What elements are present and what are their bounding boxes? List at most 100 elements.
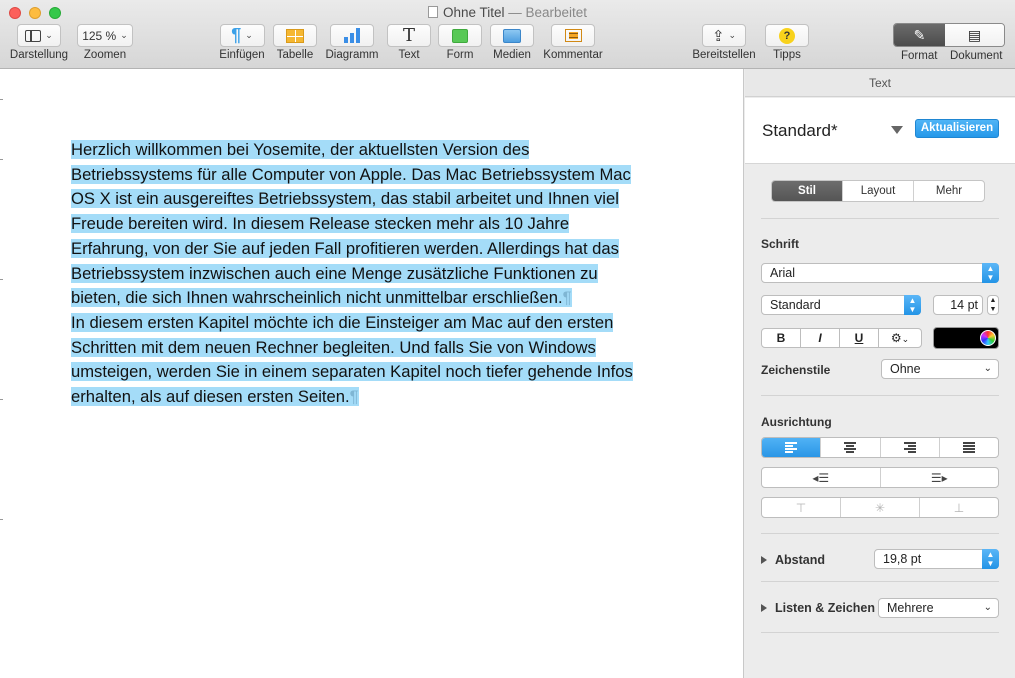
help-icon: ? <box>779 27 795 44</box>
comment-button[interactable] <box>551 24 595 47</box>
margin-marker <box>0 519 3 520</box>
lists-value: Mehrere <box>887 601 934 615</box>
chevron-down-icon: ⌄ <box>901 334 910 344</box>
align-bottom-button[interactable]: ⊥ <box>919 498 998 517</box>
document-status: Bearbeitet <box>525 5 588 20</box>
divider <box>761 632 999 633</box>
selected-text: Herzlich willkommen bei Yosemite, der ak… <box>71 140 631 308</box>
pilcrow-mark: ¶ <box>562 288 572 308</box>
tab-layout[interactable]: Layout <box>842 181 913 201</box>
updown-arrows-icon: ▲ ▼ <box>982 263 999 283</box>
text-options-button[interactable]: ⚙⌄ <box>878 328 922 348</box>
inspector-tabs: Stil Layout Mehr <box>771 180 985 202</box>
lists-disclosure[interactable]: Listen & Zeichen <box>761 601 875 615</box>
lists-popup[interactable]: Mehrere ⌄ <box>878 598 999 618</box>
align-center-button[interactable] <box>820 438 879 457</box>
chevron-down-icon: ⌄ <box>983 602 992 613</box>
pages-window: Ohne Titel — Bearbeitet ⌄ Darstellung 12… <box>0 0 1015 678</box>
chevron-down-icon: ⌄ <box>728 30 737 40</box>
update-style-button[interactable]: Aktualisieren <box>915 119 999 138</box>
share-tool: ⇪ ⌄ Bereitstellen <box>689 24 759 61</box>
margin-marker <box>0 279 3 280</box>
media-button[interactable] <box>490 24 534 47</box>
table-button[interactable] <box>273 24 317 47</box>
zoom-value: 125 % <box>82 28 117 43</box>
text-color-well[interactable] <box>933 327 999 349</box>
divider <box>761 395 999 396</box>
media-icon <box>503 28 521 43</box>
sidebar-view-icon <box>25 29 42 42</box>
shape-button[interactable] <box>438 24 482 47</box>
share-button[interactable]: ⇪ ⌄ <box>702 24 746 47</box>
format-inspector: Text Standard* Aktualisieren Stil Layout… <box>745 69 1015 678</box>
insert-button[interactable]: ¶ ⌄ <box>219 24 265 47</box>
align-left-button[interactable] <box>762 438 821 457</box>
media-label: Medien <box>493 49 531 61</box>
align-top-icon: ⊤ <box>795 500 807 515</box>
inspector-header: Text <box>745 69 1015 97</box>
char-styles-value: Ohne <box>890 362 921 376</box>
text-tool: T Text <box>387 24 431 61</box>
paragraph-style-row: Standard* Aktualisieren <box>745 98 1015 164</box>
document-button[interactable]: ▤ <box>945 24 1004 46</box>
zoom-button[interactable]: 125 % ⌄ <box>77 24 133 47</box>
inspector-toggle: ✎ ▤ <box>893 23 1005 47</box>
format-label: Format <box>901 50 938 62</box>
document-label: Dokument <box>950 50 1003 62</box>
tab-style[interactable]: Stil <box>772 181 842 201</box>
paragraph[interactable]: In diesem ersten Kapitel möchte ich die … <box>71 311 651 410</box>
font-size-field[interactable]: 14 pt <box>933 295 983 315</box>
font-family-popup[interactable]: Arial ▲ ▼ <box>761 263 999 283</box>
document-title: Ohne Titel <box>442 5 505 20</box>
document-canvas[interactable]: Herzlich willkommen bei Yosemite, der ak… <box>0 69 744 678</box>
chevron-down-icon: ⌄ <box>983 363 992 374</box>
lists-label: Listen & Zeichen <box>775 601 876 615</box>
tab-more[interactable]: Mehr <box>913 181 984 201</box>
chart-icon <box>344 28 360 43</box>
color-wheel-icon[interactable] <box>980 330 996 346</box>
spacing-disclosure[interactable]: Abstand <box>761 553 825 567</box>
media-tool: Medien <box>490 24 534 61</box>
char-styles-popup[interactable]: Ohne ⌄ <box>881 359 999 379</box>
align-right-icon <box>903 442 916 453</box>
tips-button[interactable]: ? <box>765 24 809 47</box>
disclosure-triangle-icon <box>761 604 767 612</box>
chart-label: Diagramm <box>325 49 379 61</box>
align-top-button[interactable]: ⊤ <box>762 498 840 517</box>
text-button[interactable]: T <box>387 24 431 47</box>
zoom-tool: 125 % ⌄ Zoomen <box>76 24 134 61</box>
decrease-indent-button[interactable]: ◂☰ <box>762 468 880 487</box>
document-icon <box>427 6 438 18</box>
align-right-button[interactable] <box>879 438 939 457</box>
paragraph[interactable]: Herzlich willkommen bei Yosemite, der ak… <box>71 138 651 311</box>
text-label: Text <box>398 49 420 61</box>
zoom-label: Zoomen <box>83 49 127 61</box>
shape-label: Form <box>446 49 474 61</box>
align-justify-button[interactable] <box>938 438 998 457</box>
selected-text: In diesem ersten Kapitel möchte ich die … <box>71 312 633 407</box>
underline-button[interactable]: U <box>839 328 879 348</box>
margin-marker <box>0 99 3 100</box>
align-middle-button[interactable]: ✳ <box>840 498 919 517</box>
increase-indent-button[interactable]: ☰▸ <box>879 468 999 487</box>
view-button[interactable]: ⌄ <box>17 24 61 47</box>
bold-button[interactable]: B <box>761 328 801 348</box>
italic-button[interactable]: I <box>800 328 840 348</box>
align-center-icon <box>844 442 857 453</box>
chart-button[interactable] <box>330 24 374 47</box>
format-button[interactable]: ✎ <box>894 24 945 46</box>
window-title: Ohne Titel — Bearbeitet <box>0 5 1015 20</box>
pilcrow-icon: ¶ <box>231 25 242 45</box>
chevron-down-icon: ⌄ <box>45 30 53 40</box>
comment-tool: Kommentar <box>540 24 606 61</box>
align-middle-icon: ✳ <box>874 500 886 515</box>
chevron-down-icon: ⌄ <box>245 30 253 40</box>
font-size-stepper[interactable]: ▲ ▼ <box>987 295 999 315</box>
style-dropdown-arrow-icon[interactable] <box>891 126 903 134</box>
font-typeface-popup[interactable]: Standard ▲ ▼ <box>761 295 921 315</box>
paragraph-style-name[interactable]: Standard* <box>762 121 838 141</box>
body-text[interactable]: Herzlich willkommen bei Yosemite, der ak… <box>71 138 651 410</box>
table-label: Tabelle <box>276 49 314 61</box>
margin-marker <box>0 159 3 160</box>
spacing-popup[interactable]: 19,8 pt ▲ ▼ <box>874 549 999 569</box>
